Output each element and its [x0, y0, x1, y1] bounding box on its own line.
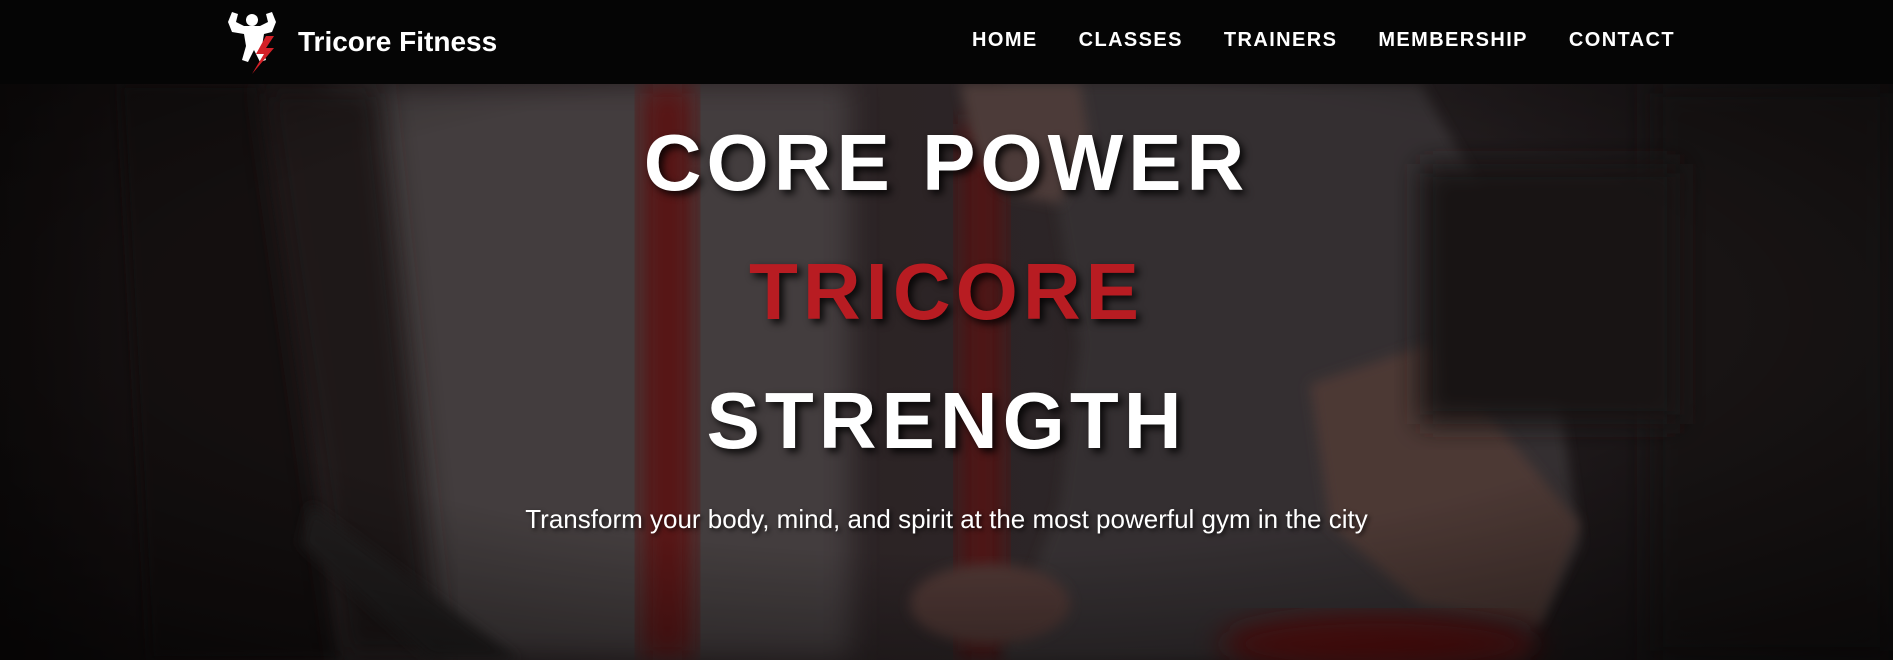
hero-headline-line1: CORE POWER: [643, 118, 1250, 207]
brand[interactable]: Tricore Fitness: [222, 8, 497, 76]
nav-home[interactable]: HOME: [972, 29, 1038, 52]
brand-name: Tricore Fitness: [298, 26, 498, 57]
nav-classes[interactable]: CLASSES: [1079, 29, 1183, 52]
top-navbar: Tricore Fitness HOME CLASSES TRAINERS ME…: [0, 0, 1893, 84]
hero-headline-line2: TRICORE: [749, 247, 1144, 336]
nav-trainers[interactable]: TRAINERS: [1224, 29, 1337, 52]
hero-tagline: Transform your body, mind, and spirit at…: [525, 504, 1368, 534]
nav-membership[interactable]: MEMBERSHIP: [1378, 29, 1528, 52]
nav-contact[interactable]: CONTACT: [1569, 29, 1675, 52]
main-nav: HOME CLASSES TRAINERS MEMBERSHIP CONTACT: [972, 0, 1675, 80]
hero-headline-line3: STRENGTH: [706, 376, 1187, 465]
flexing-bodybuilder-lightning-icon: [228, 12, 276, 74]
